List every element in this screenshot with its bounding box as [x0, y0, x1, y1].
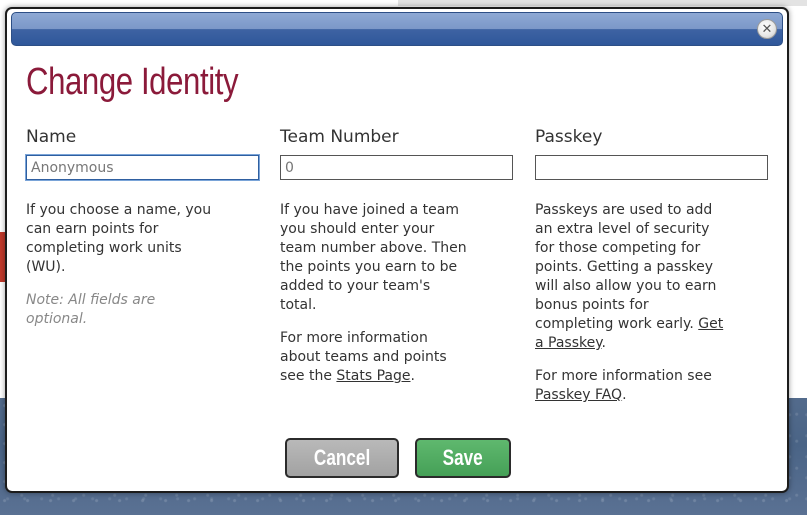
- name-column: Name If you choose a name, you can earn …: [26, 127, 261, 343]
- team-number-label: Team Number: [280, 127, 399, 147]
- optional-note: Note: All fields are optional.: [26, 292, 156, 327]
- name-help-text: If you choose a name, you can earn point…: [26, 202, 212, 275]
- passkey-label: Passkey: [535, 127, 603, 147]
- get-passkey-period: .: [601, 335, 606, 351]
- dialog-titlebar[interactable]: [11, 12, 783, 46]
- team-number-input[interactable]: [280, 155, 513, 180]
- team-more-info-period: .: [410, 368, 415, 384]
- dialog-title: Change Identity: [26, 61, 239, 103]
- passkey-more-info-period: .: [622, 387, 627, 403]
- save-button[interactable]: Save: [415, 438, 511, 478]
- passkey-more-info-text: For more information see: [535, 368, 712, 384]
- passkey-input[interactable]: [535, 155, 768, 180]
- cancel-button-label: Cancel: [313, 445, 371, 470]
- passkey-help-body: Passkeys are used to add an extra level …: [535, 202, 717, 332]
- change-identity-dialog: ✕ Change Identity Name If you choose a n…: [5, 7, 789, 493]
- stats-page-link[interactable]: Stats Page: [336, 368, 410, 384]
- name-input[interactable]: [26, 155, 259, 180]
- passkey-more-info: For more information see Passkey FAQ.: [535, 367, 725, 405]
- team-more-info: For more information about teams and poi…: [280, 329, 470, 386]
- background-top-strip: [398, 0, 807, 6]
- passkey-help-text: Passkeys are used to add an extra level …: [535, 201, 725, 353]
- passkey-faq-link[interactable]: Passkey FAQ: [535, 387, 622, 403]
- team-help-text: If you have joined a team you should ent…: [280, 202, 467, 313]
- team-column: Team Number If you have joined a team yo…: [280, 127, 515, 400]
- name-label: Name: [26, 127, 77, 147]
- close-icon[interactable]: ✕: [757, 19, 777, 39]
- cancel-button[interactable]: Cancel: [285, 438, 399, 478]
- passkey-column: Passkey Passkeys are used to add an extr…: [535, 127, 770, 419]
- save-button-label: Save: [442, 445, 484, 470]
